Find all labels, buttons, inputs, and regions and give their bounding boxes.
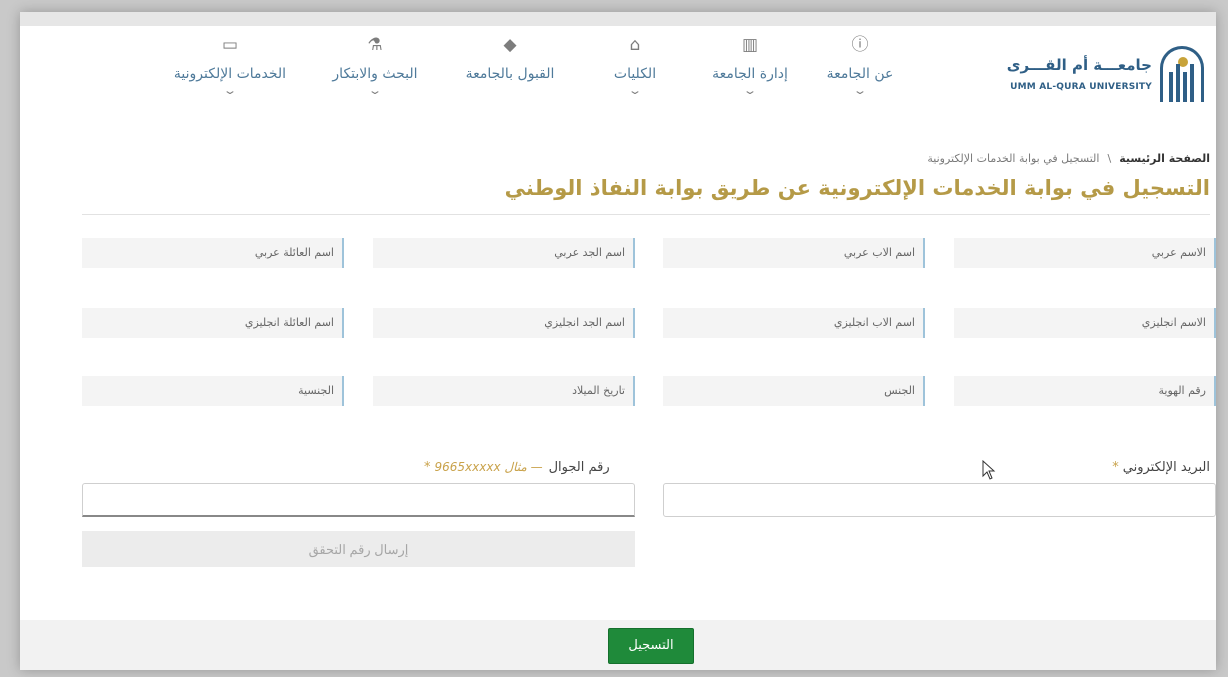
birth-date-field: تاريخ الميلاد <box>373 376 635 406</box>
nav-item-colleges[interactable]: ⌂ الكليات ⌄ <box>575 32 695 97</box>
gender-field: الجنس <box>663 376 925 406</box>
university-name-ar: جامعـــة أم القـــرى <box>1006 56 1152 74</box>
breadcrumb-current: التسجيل في بوابة الخدمات الإلكترونية <box>927 152 1100 165</box>
send-verification-code-button[interactable]: إرسال رقم التحقق <box>82 531 635 567</box>
info-circle-icon: ⓘ <box>851 35 869 55</box>
mobile-input[interactable] <box>82 483 635 517</box>
breadcrumb-separator: \ <box>1107 152 1112 165</box>
father-name-ar-field: اسم الاب عربي <box>663 238 925 268</box>
logo-seal-icon <box>1160 46 1204 102</box>
required-mark: * <box>1112 460 1119 475</box>
nav-label: الخدمات الإلكترونية <box>173 66 287 82</box>
nav-label: البحث والابتكار <box>332 66 418 82</box>
nav-item-eservices[interactable]: ▭ الخدمات الإلكترونية ⌄ <box>170 32 290 97</box>
graduation-cap-icon: ◆ <box>503 35 517 55</box>
nav-label: عن الجامعة <box>826 66 894 82</box>
national-id-field: رقم الهوية <box>954 376 1216 406</box>
family-name-en-field: اسم العائلة انجليزي <box>82 308 344 338</box>
mobile-hint: — مثال 9665xxxxx <box>434 460 543 474</box>
grandfather-name-en-field: اسم الجد انجليزي <box>373 308 635 338</box>
building-icon: ▥ <box>741 35 759 55</box>
chevron-down-icon: ⌄ <box>222 84 238 97</box>
page: جامعـــة أم القـــرى UMM AL-QURA UNIVERS… <box>20 12 1216 670</box>
father-name-en-field: اسم الاب انجليزي <box>663 308 925 338</box>
laptop-icon: ▭ <box>221 35 239 55</box>
nav-label: الكليات <box>613 66 657 82</box>
nav-item-admission[interactable]: ◆ القبول بالجامعة <box>450 32 570 82</box>
breadcrumb: الصفحة الرئيسية \ التسجيل في بوابة الخدمات… <box>927 152 1210 165</box>
university-logo[interactable]: جامعـــة أم القـــرى UMM AL-QURA UNIVERS… <box>1007 46 1204 108</box>
breadcrumb-home[interactable]: الصفحة الرئيسية <box>1119 152 1210 165</box>
register-button[interactable]: التسجيل <box>608 628 694 664</box>
flask-icon: ⚗ <box>367 35 383 55</box>
first-name-ar-field: الاسم عربي <box>954 238 1216 268</box>
mouse-cursor-icon <box>982 460 996 480</box>
nationality-field: الجنسية <box>82 376 344 406</box>
email-label-text: البريد الإلكتروني <box>1122 460 1210 475</box>
email-input[interactable] <box>663 483 1216 517</box>
grandfather-name-ar-field: اسم الجد عربي <box>373 238 635 268</box>
institution-icon: ⌂ <box>629 35 641 55</box>
mobile-label: رقم الجوال — مثال 9665xxxxx* <box>424 460 610 475</box>
page-title: التسجيل في بوابة الخدمات الإلكترونية عن … <box>504 176 1210 200</box>
required-mark: * <box>424 460 431 475</box>
title-divider <box>82 214 1210 215</box>
nav-label: إدارة الجامعة <box>712 66 788 82</box>
family-name-ar-field: اسم العائلة عربي <box>82 238 344 268</box>
first-name-en-field: الاسم انجليزي <box>954 308 1216 338</box>
main-nav: ⓘ عن الجامعة ⌄ ▥ إدارة الجامعة ⌄ ⌂ الكلي… <box>160 32 920 132</box>
chevron-down-icon: ⌄ <box>627 84 643 97</box>
mobile-label-text: رقم الجوال <box>548 460 610 475</box>
nav-label: القبول بالجامعة <box>465 66 555 82</box>
nav-item-research[interactable]: ⚗ البحث والابتكار ⌄ <box>315 32 435 97</box>
email-label: البريد الإلكتروني* <box>1112 460 1210 475</box>
top-strip <box>20 12 1216 26</box>
university-name-en: UMM AL-QURA UNIVERSITY <box>1010 82 1152 92</box>
